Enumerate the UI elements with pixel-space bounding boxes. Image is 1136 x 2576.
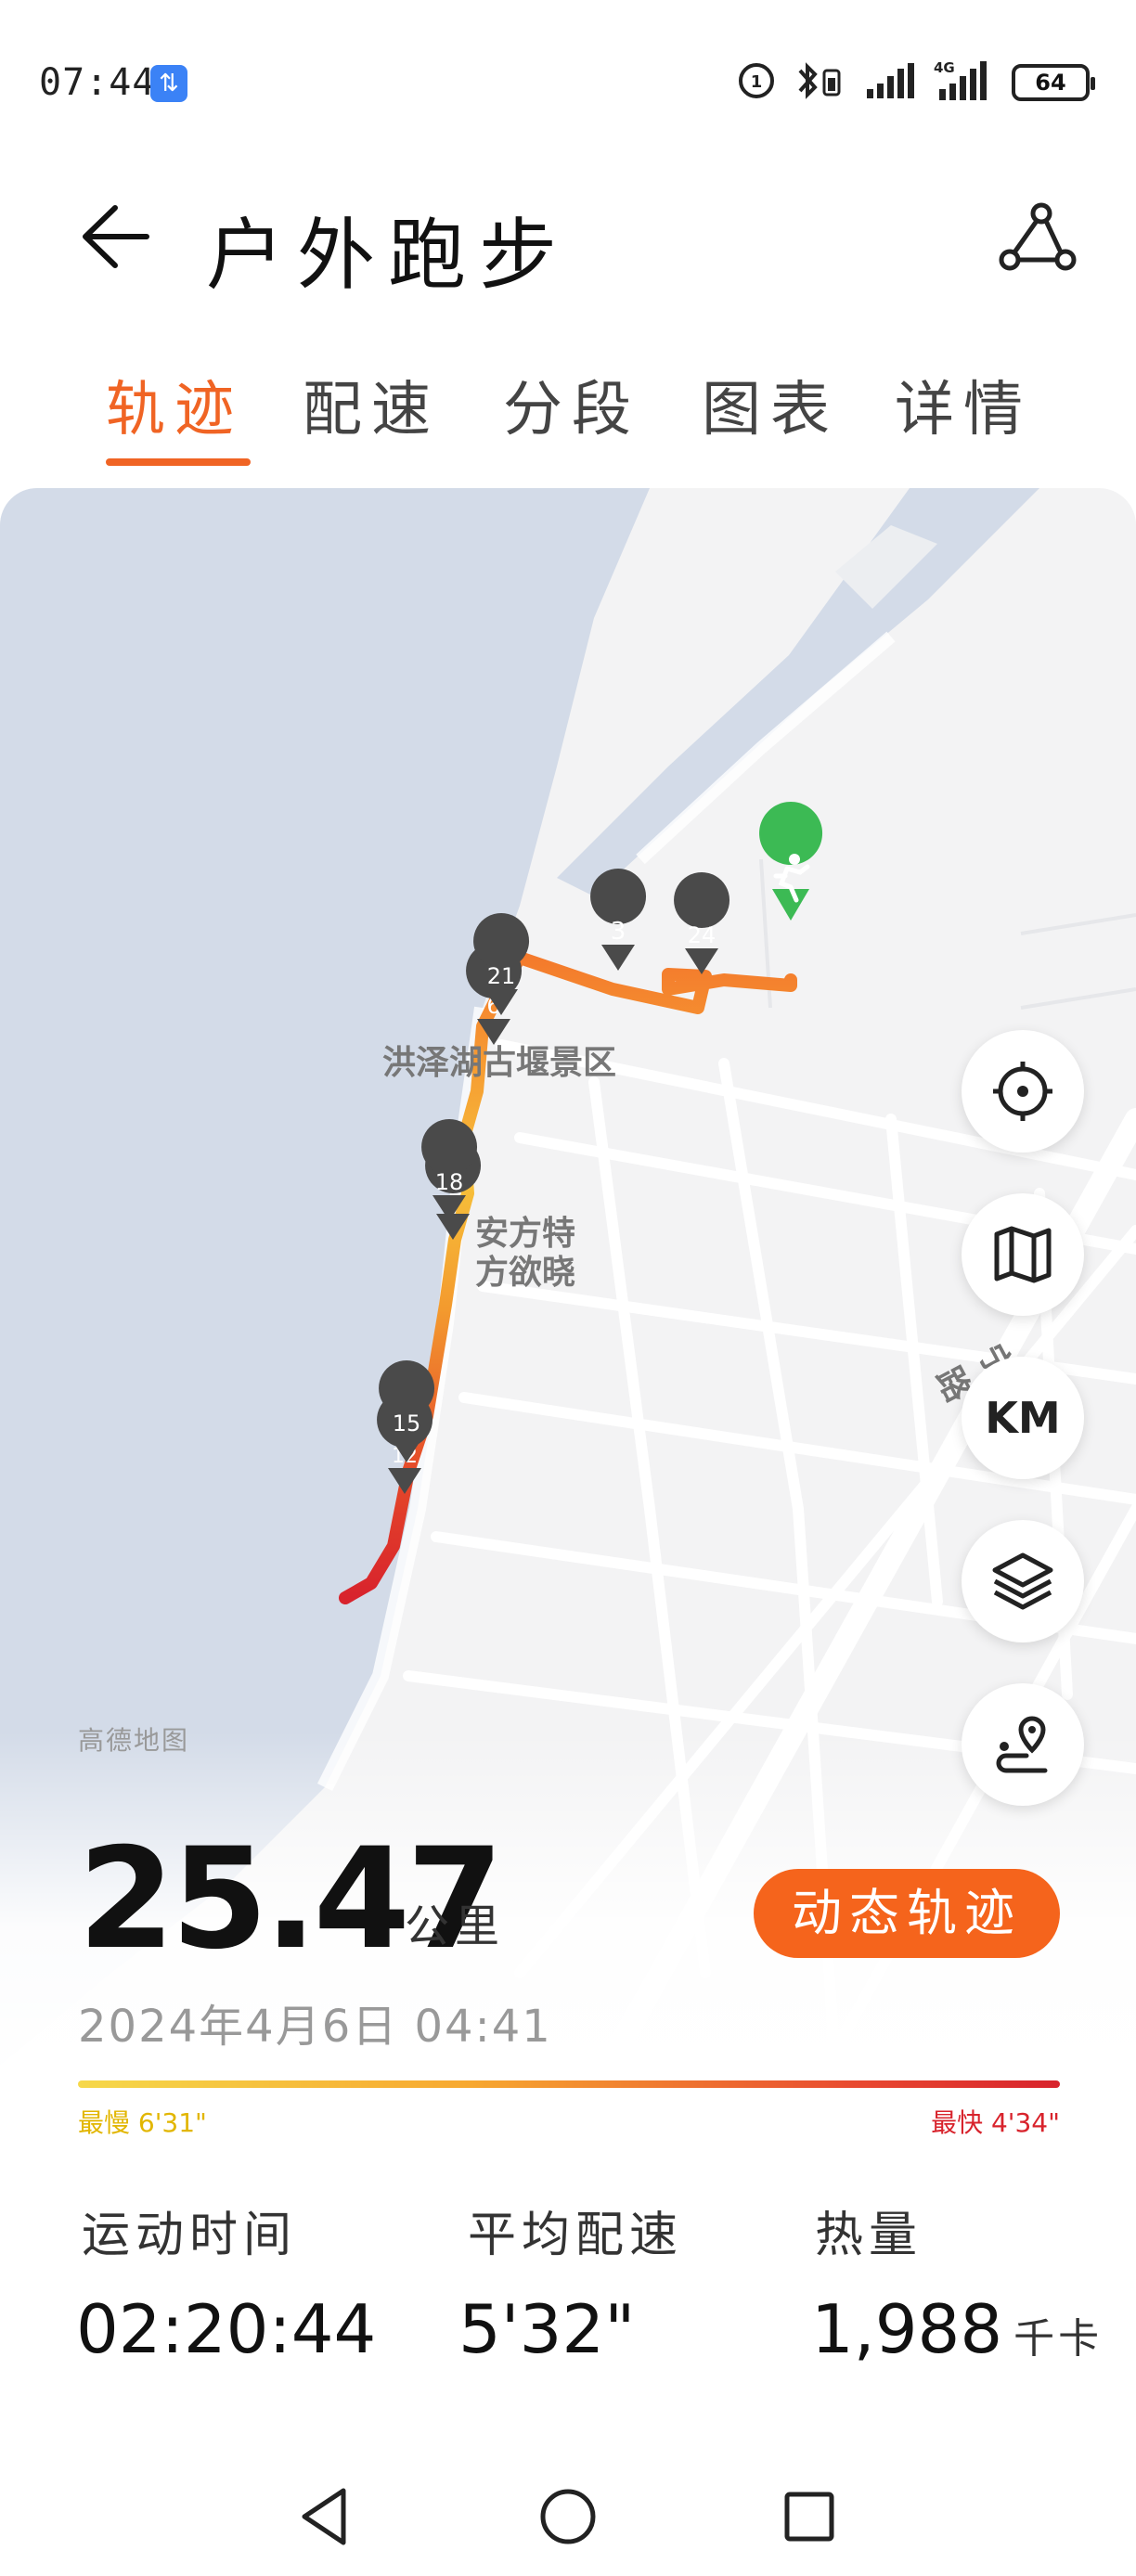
- route-share-button[interactable]: [988, 191, 1080, 284]
- stat-value-avg-pace: 5'32": [458, 2290, 635, 2368]
- active-tab-indicator: [106, 458, 251, 466]
- nav-home-icon: [540, 2489, 596, 2544]
- dynamic-track-button[interactable]: 动态轨迹: [754, 1869, 1060, 1958]
- stat-label-avg-pace: 平均配速: [468, 2208, 684, 2263]
- layers-button[interactable]: [962, 1520, 1084, 1642]
- nav-back-icon: [302, 2488, 346, 2545]
- battery-indicator: 64: [1012, 64, 1095, 101]
- svg-text:3: 3: [611, 918, 626, 946]
- locate-button[interactable]: [962, 1030, 1084, 1153]
- stat-label-duration: 运动时间: [82, 2208, 298, 2263]
- svg-text:1: 1: [751, 72, 763, 92]
- avg-pace-value: 5'32": [458, 2290, 636, 2368]
- pace-gradient-bar: [78, 2080, 1060, 2088]
- km-toggle-label: KM: [985, 1393, 1061, 1443]
- nav-recents-button[interactable]: [772, 2479, 846, 2554]
- tab-pace[interactable]: 配速: [303, 362, 440, 447]
- duration-value: 02:20:44: [76, 2290, 377, 2368]
- pace-fastest-label: 最快 4'34": [931, 2107, 1060, 2138]
- tab-details[interactable]: 详情: [895, 362, 1032, 447]
- tab-segments[interactable]: 分段: [503, 362, 640, 447]
- map-type-button[interactable]: [962, 1193, 1084, 1316]
- svg-text:24: 24: [688, 922, 716, 948]
- crosshair-icon: [993, 1062, 1052, 1121]
- back-button[interactable]: [74, 195, 158, 278]
- svg-text:4G: 4G: [934, 59, 955, 76]
- route-map[interactable]: 3 24 6 21 18 12: [0, 488, 1136, 2344]
- km-marker-3[interactable]: 3: [590, 869, 647, 971]
- km-marker-15-stack[interactable]: 12 15: [377, 1360, 435, 1494]
- svg-text:15: 15: [393, 1410, 421, 1436]
- km-marker-24[interactable]: 24: [674, 872, 730, 974]
- status-bar: 07:44 ⇅ 1 4G 64: [0, 0, 1136, 167]
- route-share-icon: [999, 202, 1077, 271]
- signal-4g-icon: 4G: [934, 59, 995, 106]
- stat-label-calories: 热量: [815, 2208, 923, 2263]
- nav-recents-icon: [784, 2492, 834, 2542]
- poi-label-3: 方欲晓: [475, 1254, 576, 1292]
- page-title: 户外跑步: [206, 210, 571, 301]
- status-time: 07:44: [39, 61, 156, 104]
- map-icon: [994, 1226, 1052, 1283]
- calories-unit: 千卡: [1013, 2315, 1104, 2363]
- pace-slowest-label: 最慢 6'31": [78, 2107, 207, 2138]
- svg-text:18: 18: [435, 1169, 464, 1195]
- nav-back-button[interactable]: [290, 2479, 364, 2554]
- runner-icon[interactable]: [759, 802, 823, 921]
- status-icons: 1 4G 64: [737, 59, 1095, 106]
- nav-home-button[interactable]: [531, 2479, 605, 2554]
- app-header: 户外跑步: [0, 167, 1136, 306]
- svg-text:21: 21: [487, 963, 516, 989]
- tab-bar: 轨迹 配速 分段 图表 详情: [0, 343, 1136, 473]
- hd-call-icon: 1: [737, 61, 776, 104]
- system-nav-bar: [0, 2459, 1136, 2576]
- poi-label-1: 洪泽湖古堰景区: [382, 1044, 617, 1082]
- data-transfer-icon: ⇅: [150, 65, 187, 102]
- calories-value: 1,988: [811, 2290, 1003, 2368]
- arrow-left-icon: [83, 205, 149, 268]
- tab-track[interactable]: 轨迹: [106, 362, 243, 447]
- signal-icon-1: [865, 61, 917, 104]
- stat-value-duration: 02:20:44: [76, 2290, 376, 2368]
- distance-unit: 公里: [405, 1900, 506, 1952]
- km-toggle-button[interactable]: KM: [962, 1357, 1084, 1479]
- km-marker-18-stack[interactable]: 18: [421, 1119, 482, 1240]
- map-provider-logo: 高德地图: [78, 1725, 190, 1756]
- workout-datetime: 2024年4月6日 04:41: [78, 2001, 552, 2053]
- route-pin-icon: [996, 1716, 1048, 1773]
- tab-charts[interactable]: 图表: [702, 362, 839, 447]
- route-button[interactable]: [962, 1683, 1084, 1806]
- bluetooth-battery-icon: [793, 61, 848, 104]
- stat-value-calories: 1,988 千卡: [811, 2290, 1103, 2368]
- layers-icon: [992, 1552, 1053, 1610]
